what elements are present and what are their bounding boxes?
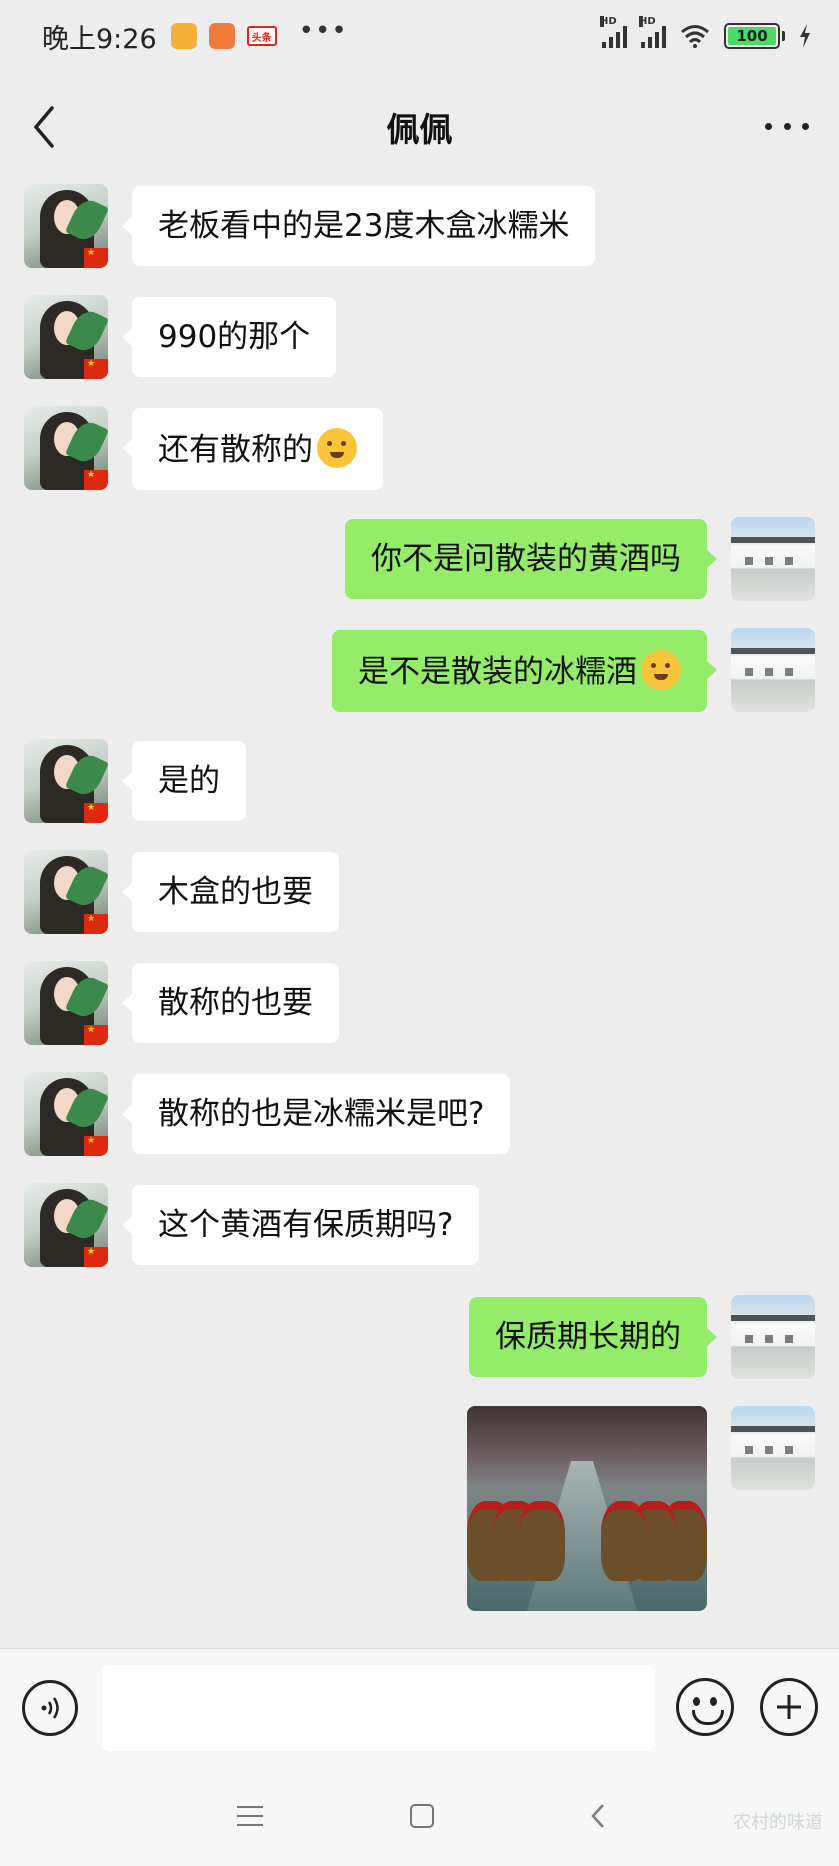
emoji-picker-button[interactable] <box>676 1678 734 1736</box>
toutiao-app-icon: 头条 <box>246 26 277 46</box>
contact-avatar[interactable] <box>24 1072 108 1156</box>
message-bubble[interactable]: 990的那个 <box>121 297 337 377</box>
message-text: 老板看中的是23度木盒冰糯米 <box>158 208 570 244</box>
message-text: 还有散称的 <box>158 432 313 468</box>
contact-avatar[interactable] <box>24 406 108 490</box>
watermark: 农村的味道 <box>733 1812 823 1833</box>
wifi-icon <box>681 25 709 48</box>
shopping-app-icon <box>208 23 235 49</box>
system-nav-bar: 农村的味道 <box>0 1766 839 1866</box>
message-text: 这个黄酒有保质期吗? <box>158 1207 454 1243</box>
back-arrow-icon[interactable] <box>26 102 66 152</box>
more-notifications-icon: ••• <box>298 16 348 46</box>
voice-input-button[interactable] <box>22 1680 78 1736</box>
message-bubble[interactable]: 木盒的也要 <box>122 852 339 932</box>
chat-title: 佩佩 <box>386 110 453 149</box>
message-text: 散称的也要 <box>158 985 313 1021</box>
message-text: 你不是问散装的黄酒吗 <box>371 541 681 577</box>
contact-avatar[interactable] <box>24 295 108 379</box>
plus-icon <box>777 1695 801 1719</box>
self-avatar[interactable] <box>731 517 815 601</box>
contact-avatar[interactable] <box>24 739 108 823</box>
signal-2-label: HD <box>639 16 656 27</box>
message-text: 散称的也是冰糯米是吧? <box>158 1096 485 1132</box>
more-actions-button[interactable] <box>760 1678 818 1736</box>
notification-app-icon <box>170 23 197 49</box>
voice-icon <box>41 1697 59 1719</box>
message-bubble[interactable]: 老板看中的是23度木盒冰糯米 <box>121 186 596 266</box>
message-bubble[interactable]: 散称的也要 <box>122 963 339 1043</box>
message-text: 是不是散装的冰糯酒 <box>358 654 637 690</box>
message-bubble[interactable]: 这个黄酒有保质期吗? <box>121 1185 480 1265</box>
self-avatar[interactable] <box>731 1295 815 1379</box>
status-time: 晚上9:26 <box>42 23 157 55</box>
battery-icon: 100 <box>724 23 780 49</box>
contact-avatar[interactable] <box>24 1183 108 1267</box>
message-bubble[interactable]: 你不是问散装的黄酒吗 <box>345 519 717 599</box>
confused-emoji-icon <box>641 650 681 690</box>
contact-avatar[interactable] <box>24 850 108 934</box>
signal-1-icon: HD <box>600 16 627 48</box>
home-icon[interactable] <box>402 1796 442 1836</box>
contact-avatar[interactable] <box>24 184 108 268</box>
input-bar <box>0 1648 839 1766</box>
message-text: 木盒的也要 <box>158 874 313 910</box>
message-text: 是的 <box>158 763 220 799</box>
self-avatar[interactable] <box>731 628 815 712</box>
message-bubble[interactable]: 是不是散装的冰糯酒 <box>332 630 717 712</box>
message-bubble[interactable]: 还有散称的 <box>122 408 383 490</box>
chat-header: 佩佩 <box>0 72 839 182</box>
message-bubble[interactable]: 保质期长期的 <box>469 1297 717 1377</box>
battery-tip <box>782 31 785 41</box>
wine-cellar-photo[interactable] <box>467 1406 707 1611</box>
signal-1-label: HD <box>600 16 617 27</box>
battery-level: 100 <box>736 27 768 45</box>
contact-avatar[interactable] <box>24 961 108 1045</box>
thinking-emoji-icon <box>317 428 357 468</box>
message-text: 保质期长期的 <box>495 1319 681 1355</box>
nav-back-icon[interactable] <box>578 1796 618 1836</box>
message-bubble[interactable]: 是的 <box>122 741 246 821</box>
message-input[interactable] <box>102 1665 655 1751</box>
message-bubble[interactable]: 散称的也是冰糯米是吧? <box>121 1074 511 1154</box>
recent-apps-icon[interactable] <box>230 1796 270 1836</box>
signal-2-icon: HD <box>639 16 666 48</box>
status-bar: 晚上9:26 头条 ••• HD HD 100 <box>0 0 839 72</box>
message-text: 990的那个 <box>158 319 311 355</box>
charging-icon <box>800 24 810 48</box>
more-options-icon[interactable] <box>765 106 809 146</box>
self-avatar[interactable] <box>731 1406 815 1490</box>
